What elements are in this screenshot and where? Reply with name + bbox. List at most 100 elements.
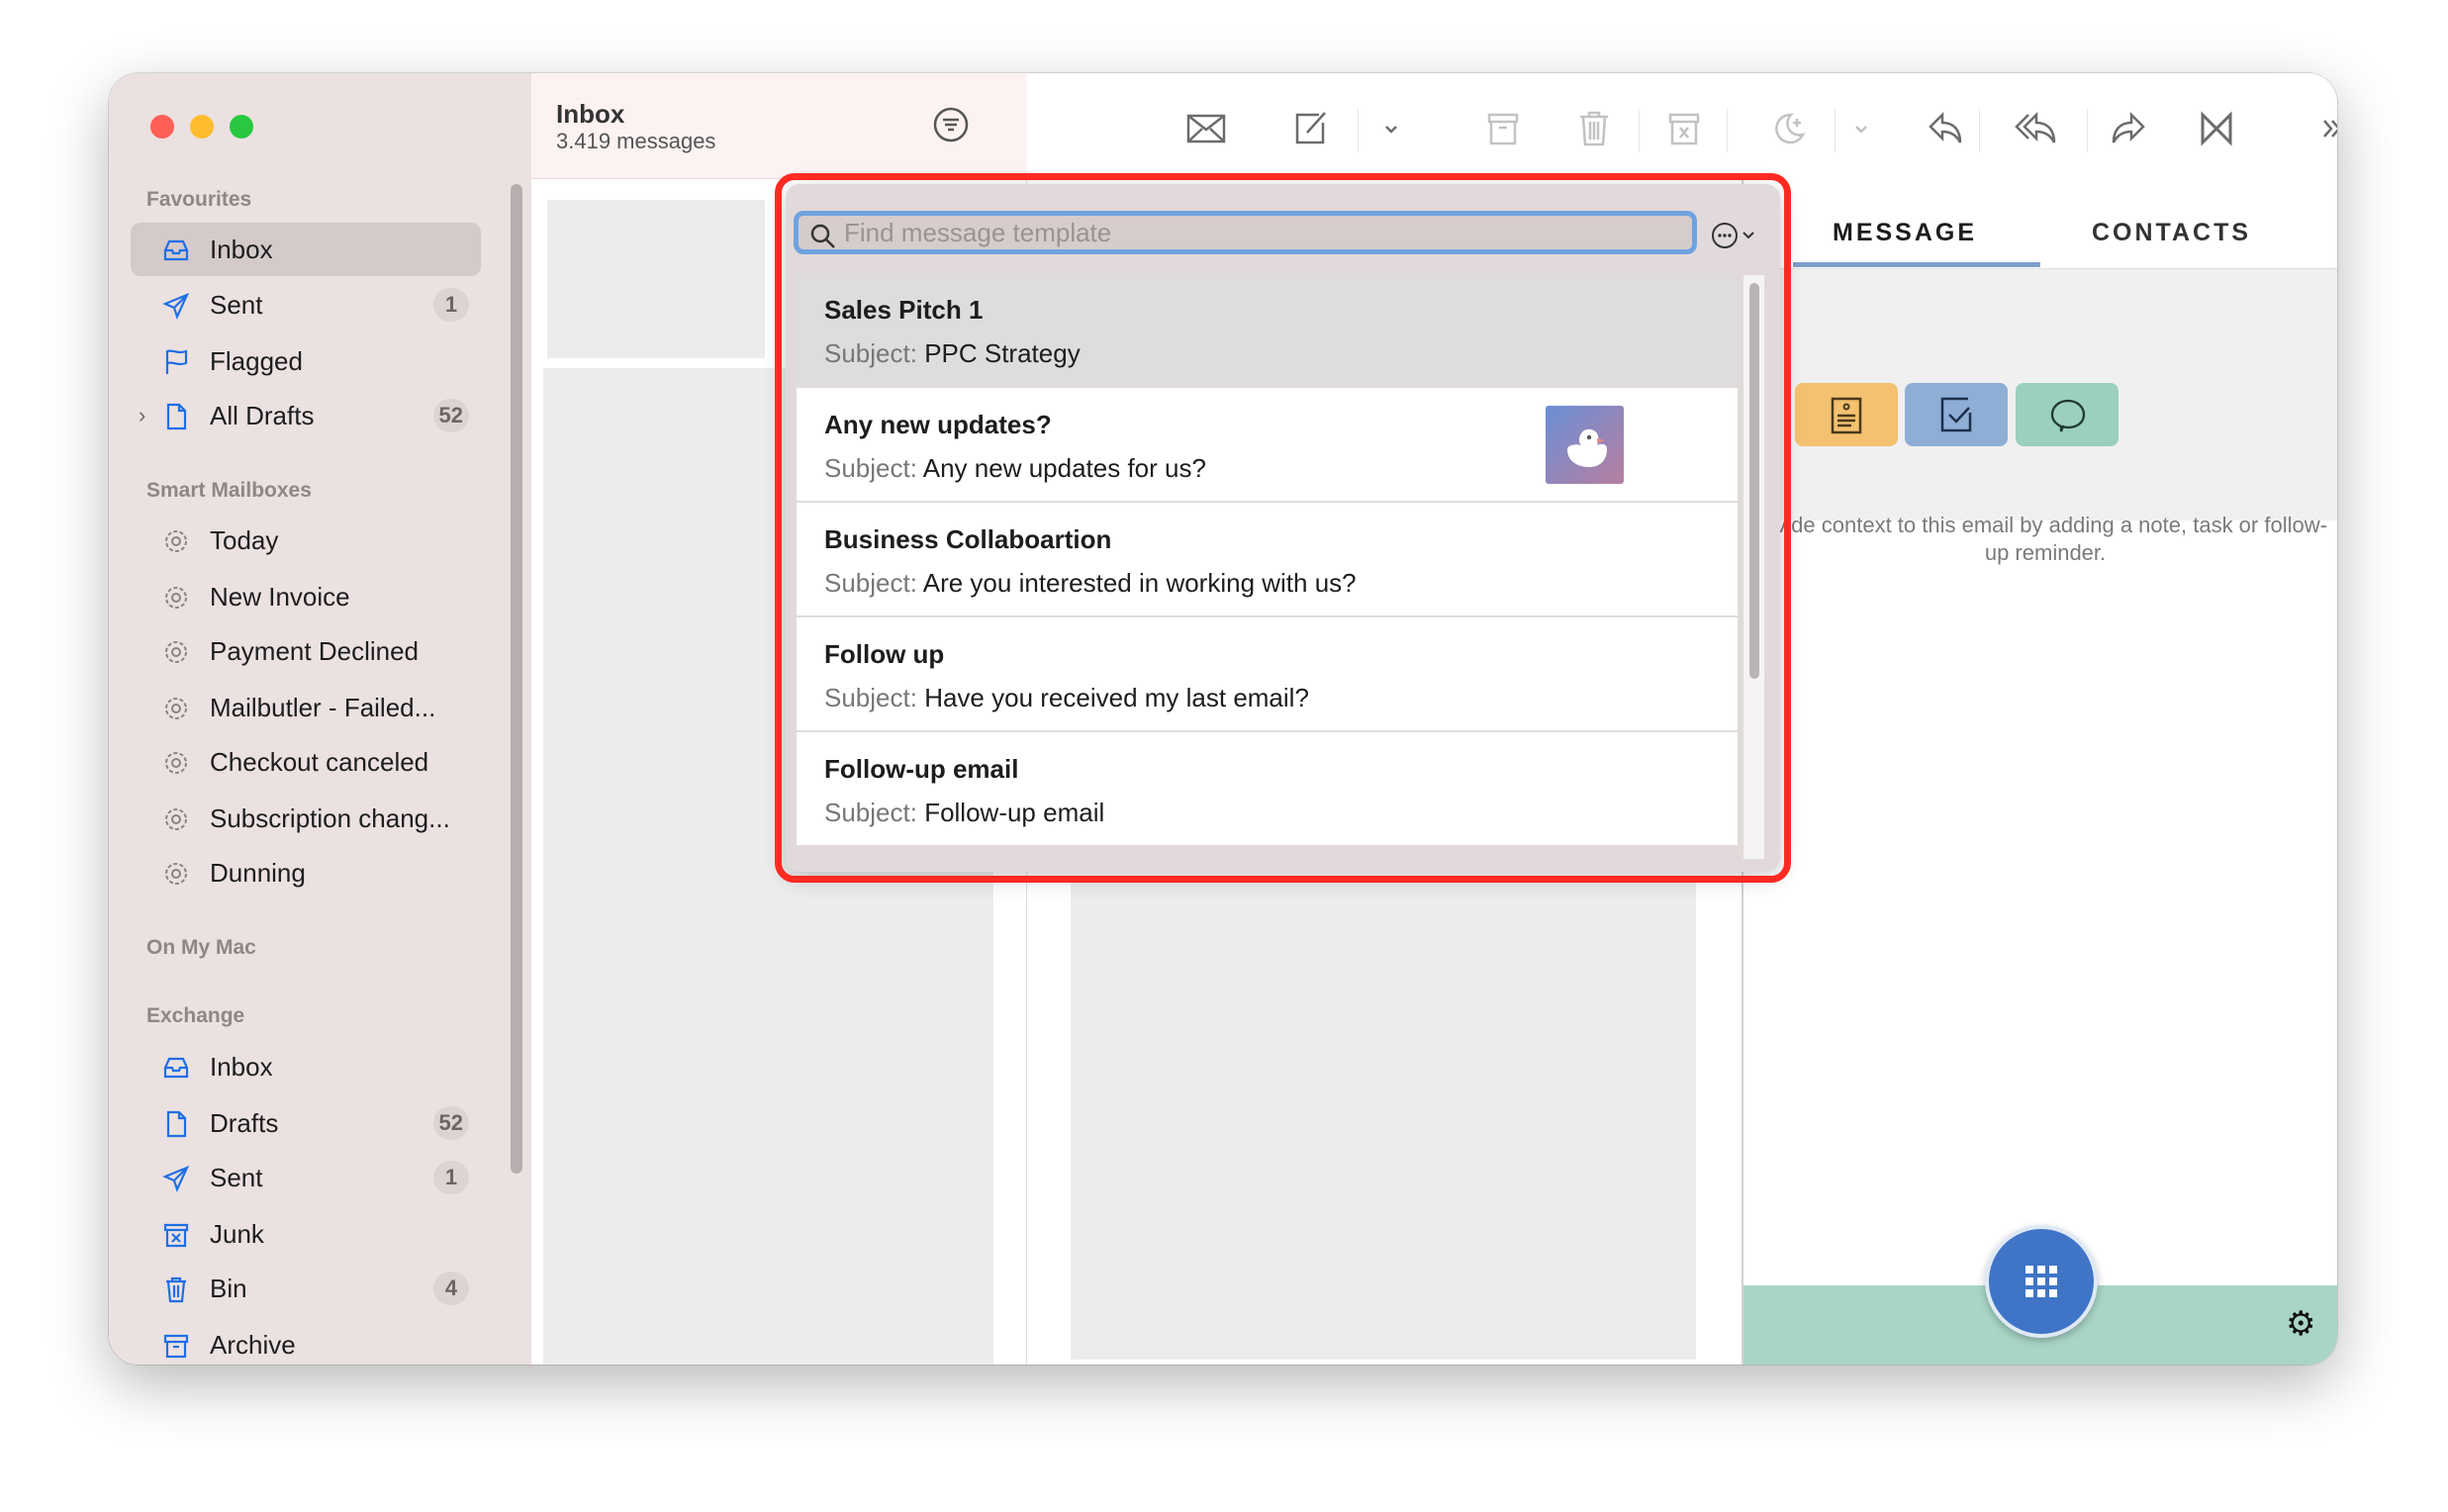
add-note-button[interactable] xyxy=(1795,383,1898,446)
compose-icon[interactable] xyxy=(1289,107,1333,150)
sidebar-item[interactable]: Dunning xyxy=(131,846,481,899)
sidebar-item[interactable]: Drafts 52 xyxy=(131,1096,481,1150)
chevron-down-icon[interactable] xyxy=(1839,107,1883,150)
settings-gear-icon[interactable]: ⚙ xyxy=(2286,1307,2315,1341)
template-options-button[interactable] xyxy=(1711,221,1770,250)
sidebar-item[interactable]: Flagged xyxy=(131,334,481,388)
section-exchange: Exchange xyxy=(146,1004,245,1027)
template-title: Follow-up email xyxy=(824,754,1019,784)
subject-label: Subject: xyxy=(824,798,917,827)
sidebar-item[interactable]: New Invoice xyxy=(131,570,481,623)
template-title: Follow up xyxy=(824,639,945,669)
message-list-header: Inbox 3.419 messages xyxy=(531,73,1027,179)
template-title: Any new updates? xyxy=(824,410,1052,439)
subject-label: Subject: xyxy=(824,568,917,598)
sidebar-item-label: Mailbutler - Failed... xyxy=(210,692,436,722)
tab-message[interactable]: MESSAGE xyxy=(1833,219,1977,247)
subject-value: PPC Strategy xyxy=(924,338,1081,368)
template-list-scrollbar[interactable] xyxy=(1748,283,1759,679)
gear-icon xyxy=(165,587,187,609)
archive-icon[interactable] xyxy=(1481,107,1525,150)
sidebar-item-label: Checkout canceled xyxy=(210,746,429,777)
toolbar-separator xyxy=(1835,109,1836,152)
gear-icon xyxy=(165,698,187,719)
template-list-item[interactable]: Business Collaboartion Subject: Are you … xyxy=(797,503,1738,617)
mailbox-title: Inbox xyxy=(556,99,625,129)
junk-icon[interactable] xyxy=(1662,107,1706,150)
junk-icon xyxy=(163,1223,189,1248)
template-list-item[interactable]: Follow-up email Subject: Follow-up email xyxy=(797,732,1738,847)
template-subject: Subject: PPC Strategy xyxy=(824,338,1081,369)
toolbar-separator xyxy=(2087,109,2088,152)
unread-badge: 52 xyxy=(432,1106,469,1140)
subject-value: Any new updates for us? xyxy=(922,453,1206,483)
sidebar-item[interactable]: Today xyxy=(131,514,481,567)
sidebar-item[interactable]: Subscription chang... xyxy=(131,792,481,845)
template-list-item[interactable]: Any new updates? Subject: Any new update… xyxy=(797,388,1738,503)
template-list-item[interactable]: Sales Pitch 1 Subject: PPC Strategy xyxy=(797,273,1738,388)
filter-icon[interactable] xyxy=(933,107,969,142)
subject-label: Subject: xyxy=(824,338,917,368)
add-comment-button[interactable] xyxy=(2016,383,2118,446)
sidebar-item-label: Inbox xyxy=(210,1051,273,1082)
sidebar-item[interactable]: Sent 1 xyxy=(131,278,481,331)
sidebar-item[interactable]: Inbox xyxy=(131,223,481,276)
trash-icon xyxy=(166,1276,186,1303)
sidebar-item[interactable]: Payment Declined xyxy=(131,624,481,678)
archive-icon xyxy=(163,1334,189,1359)
subject-value: Follow-up email xyxy=(924,798,1105,827)
unread-badge: 1 xyxy=(433,1161,469,1194)
tab-contacts[interactable]: CONTACTS xyxy=(2092,219,2251,247)
template-search-field[interactable] xyxy=(794,211,1697,254)
template-subject: Subject: Any new updates for us? xyxy=(824,453,1206,484)
snooze-icon[interactable] xyxy=(1767,107,1811,150)
template-title: Sales Pitch 1 xyxy=(824,295,984,325)
inbox-icon xyxy=(163,1057,189,1079)
sidebar-item-label: New Invoice xyxy=(210,581,350,612)
unread-badge: 1 xyxy=(433,288,469,322)
template-list-scrolltrack xyxy=(1743,275,1764,859)
subject-value: Are you interested in working with us? xyxy=(922,568,1357,598)
reply-all-icon[interactable] xyxy=(2015,107,2058,150)
close-window-button[interactable] xyxy=(150,115,174,139)
subject-label: Subject: xyxy=(824,683,917,712)
message-placeholder xyxy=(547,200,765,358)
sidebar-item[interactable]: Archive xyxy=(131,1318,481,1365)
reply-icon[interactable] xyxy=(1925,107,1968,150)
sidebar-item-label: Bin xyxy=(210,1273,247,1303)
sidebar-item[interactable]: Inbox xyxy=(131,1040,481,1093)
apps-menu-button[interactable] xyxy=(1985,1225,2098,1338)
chevron-right-icon[interactable]: › xyxy=(139,403,145,428)
duck-icon xyxy=(1546,406,1624,484)
zoom-window-button[interactable] xyxy=(230,115,253,139)
sidebar-item[interactable]: › All Drafts 52 xyxy=(131,389,481,442)
sidebar-item-label: All Drafts xyxy=(210,400,315,430)
sidebar-item[interactable]: Junk xyxy=(131,1207,481,1261)
more-icon[interactable] xyxy=(2310,107,2337,150)
template-picker-popover: Sales Pitch 1 Subject: PPC Strategy Any … xyxy=(786,184,1780,872)
add-task-button[interactable] xyxy=(1905,383,2008,446)
minimize-window-button[interactable] xyxy=(190,115,214,139)
chevron-down-icon[interactable] xyxy=(1369,107,1413,150)
forward-icon[interactable] xyxy=(2106,107,2149,150)
sidebar-item[interactable]: Bin 4 xyxy=(131,1262,481,1315)
sidebar-item-label: Payment Declined xyxy=(210,635,419,666)
template-search-input[interactable] xyxy=(844,217,1675,248)
sidebar-item[interactable]: Mailbutler - Failed... xyxy=(131,681,481,734)
mailbutler-icon[interactable] xyxy=(2195,107,2238,150)
sidebar-item-label: Sent xyxy=(210,289,263,320)
template-list-item[interactable]: Follow up Subject: Have you received my … xyxy=(797,617,1738,732)
grid-icon xyxy=(2025,1266,2057,1297)
toolbar-separator xyxy=(1358,109,1359,152)
sidebar-item[interactable]: Checkout canceled xyxy=(131,735,481,789)
unread-badge: 52 xyxy=(432,399,469,432)
sidebar-scrollbar[interactable] xyxy=(511,184,522,1174)
gear-icon xyxy=(165,863,187,885)
sidebar-item-label: Drafts xyxy=(210,1107,279,1138)
trash-icon[interactable] xyxy=(1572,107,1616,150)
sidebar-item[interactable]: Sent 1 xyxy=(131,1151,481,1204)
comment-icon xyxy=(2050,399,2086,432)
section-on-my-mac: On My Mac xyxy=(146,936,256,959)
envelope-icon[interactable] xyxy=(1184,107,1228,150)
ellipsis-circle-icon xyxy=(1712,223,1754,248)
